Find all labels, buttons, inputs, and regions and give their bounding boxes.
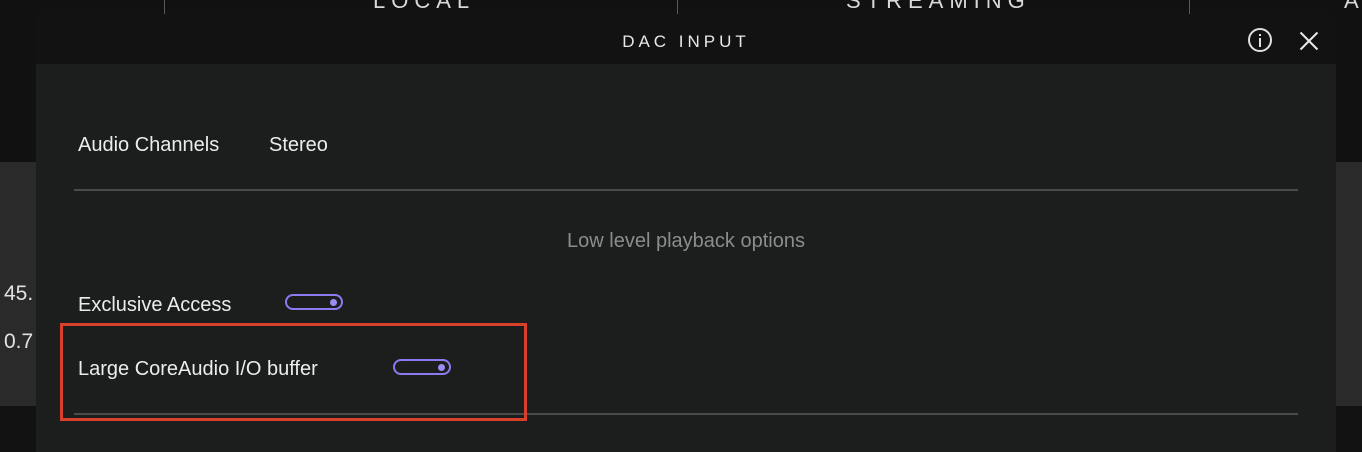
tab-divider: [677, 0, 678, 14]
info-icon-dot: [1259, 34, 1261, 36]
exclusive-access-toggle[interactable]: [285, 294, 343, 310]
info-icon-stem: [1259, 38, 1261, 47]
top-tab-bar: LOCAL STREAMING A: [0, 0, 1362, 14]
tab-divider: [164, 0, 165, 14]
dialog-title: DAC INPUT: [622, 32, 750, 51]
divider: [74, 189, 1298, 191]
dialog-header: DAC INPUT: [36, 14, 1336, 64]
tab-local[interactable]: LOCAL: [373, 0, 475, 14]
close-icon[interactable]: [1298, 30, 1320, 52]
tab-divider: [1189, 0, 1190, 14]
audio-channels-label: Audio Channels: [78, 134, 220, 156]
audio-channels-value[interactable]: Stereo: [269, 134, 328, 157]
side-value-1: 45.: [4, 282, 34, 305]
highlight-annotation: [60, 323, 527, 421]
side-value-2: 0.7: [4, 330, 34, 353]
section-title: Low level playback options: [567, 230, 805, 252]
exclusive-access-label: Exclusive Access: [78, 294, 232, 316]
tab-partial[interactable]: A: [1344, 0, 1362, 14]
info-icon[interactable]: [1248, 28, 1272, 52]
tab-streaming[interactable]: STREAMING: [846, 0, 1031, 14]
toggle-knob: [330, 299, 337, 306]
